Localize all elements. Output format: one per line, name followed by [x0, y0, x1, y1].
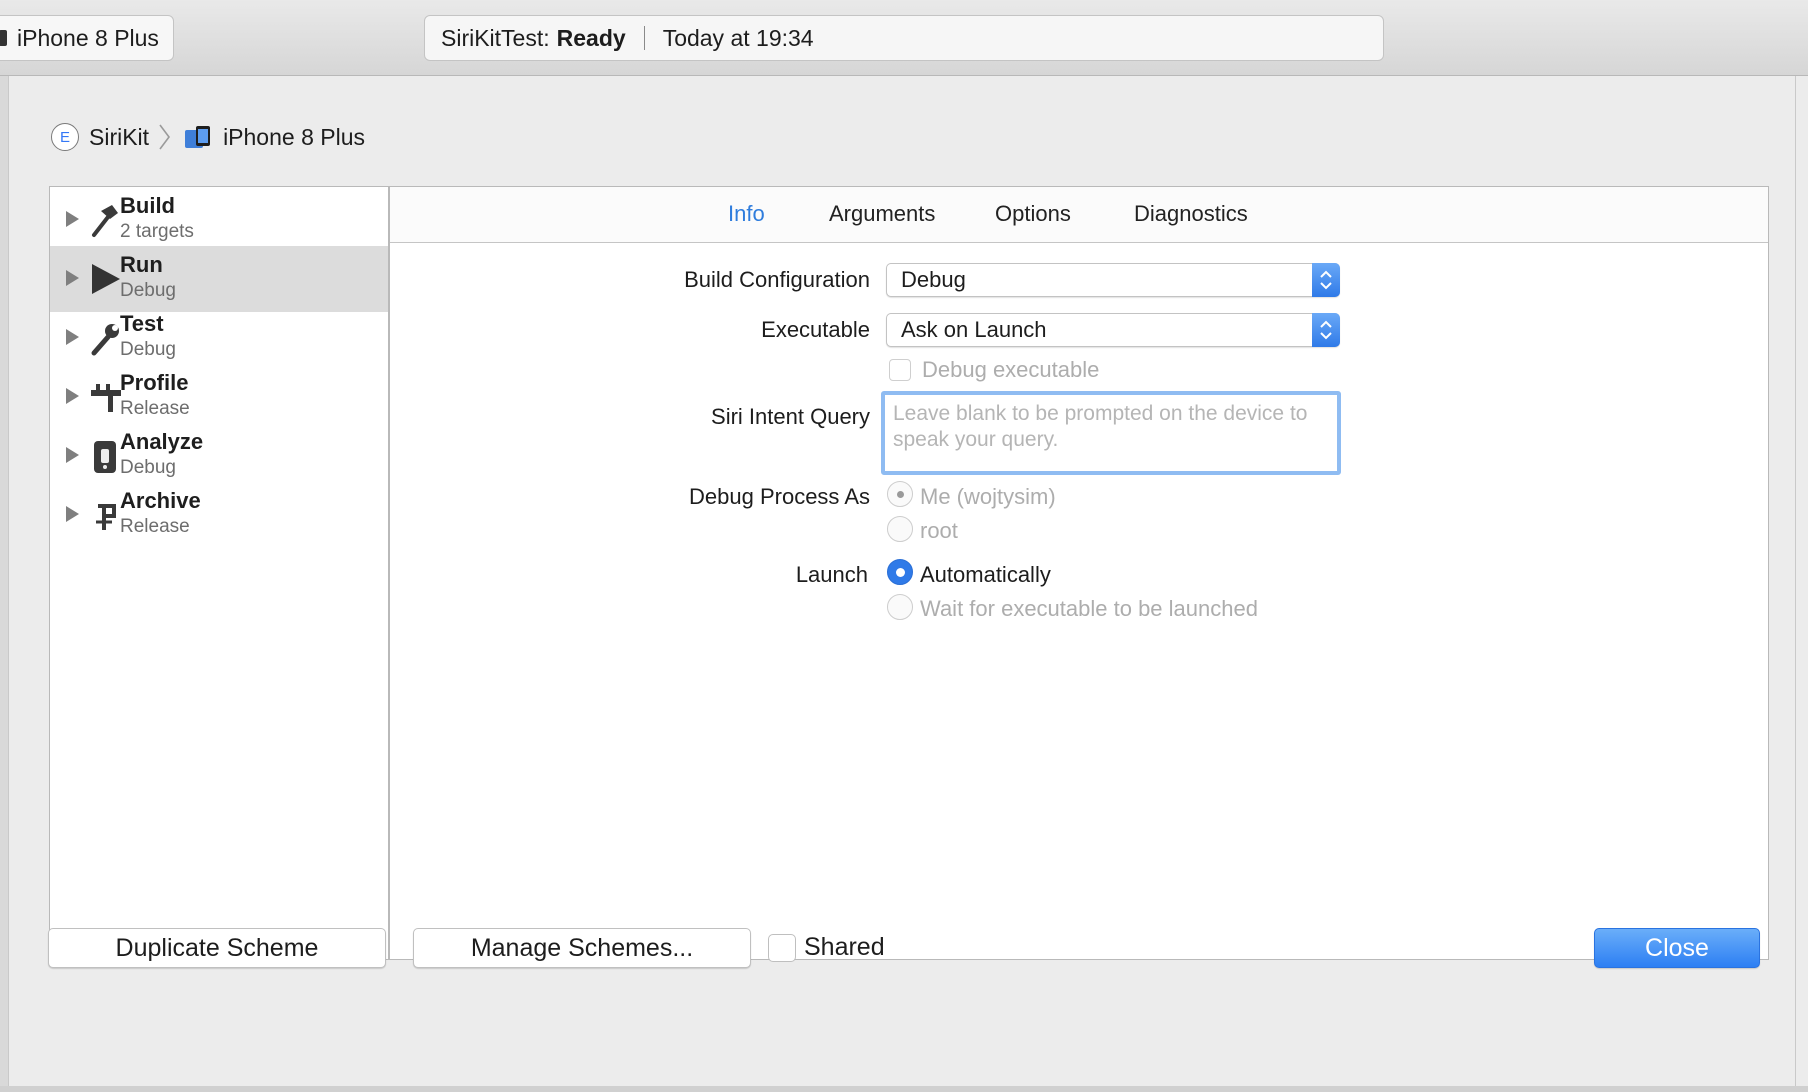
wrench-icon — [91, 324, 119, 356]
settings-tab-bar: Info Arguments Options Diagnostics — [390, 187, 1768, 243]
shared-checkbox[interactable] — [768, 934, 796, 962]
disclosure-triangle-icon — [66, 329, 79, 345]
launch-wait-radio[interactable] — [887, 594, 913, 620]
tab-arguments[interactable]: Arguments — [829, 201, 935, 227]
device-selector-label: iPhone 8 Plus — [17, 24, 159, 51]
siri-intent-query-label: Siri Intent Query — [711, 404, 870, 429]
iphone-icon — [0, 30, 7, 46]
status-time: Today at 19:34 — [662, 24, 814, 51]
run-settings-panel: Info Arguments Options Diagnostics Build… — [389, 186, 1769, 960]
status-state: Ready — [556, 24, 626, 51]
breadcrumb-scheme[interactable]: SiriKit — [89, 124, 149, 151]
device-selector-button[interactable]: iPhone 8 Plus — [0, 15, 174, 61]
debug-executable-label: Debug executable — [922, 357, 1100, 382]
launch-wait-label: Wait for executable to be launched — [920, 596, 1258, 621]
scheme-action-name: Profile — [120, 370, 189, 395]
debug-executable-checkbox[interactable] — [889, 359, 911, 381]
disclosure-triangle-icon — [66, 506, 79, 522]
popup-stepper-icon — [1312, 263, 1340, 297]
window-toolbar: iPhone 8 Plus SiriKitTest: Ready Today a… — [0, 0, 1808, 76]
scheme-action-analyze[interactable]: Analyze Debug — [50, 423, 388, 489]
scheme-action-subtitle: Debug — [120, 457, 176, 478]
hammer-icon — [92, 205, 118, 237]
tab-diagnostics[interactable]: Diagnostics — [1134, 201, 1248, 227]
project-icon — [185, 126, 211, 148]
build-configuration-label: Build Configuration — [684, 267, 870, 292]
background-window-bottom — [0, 1086, 1808, 1092]
launch-label: Launch — [795, 562, 868, 587]
disclosure-triangle-icon — [66, 270, 79, 286]
scheme-action-name: Build — [120, 193, 175, 218]
scheme-action-build[interactable]: Build 2 targets — [50, 187, 388, 253]
duplicate-scheme-button[interactable]: Duplicate Scheme — [48, 928, 386, 968]
scheme-action-name: Run — [120, 252, 163, 277]
executable-popup[interactable]: Ask on Launch — [886, 313, 1340, 347]
scheme-actions-list: Build 2 targets Run Debug Test Debug Pro… — [49, 186, 389, 960]
scheme-action-name: Analyze — [120, 429, 204, 454]
background-window-right — [1796, 76, 1808, 1092]
scheme-action-profile[interactable]: Profile Release — [50, 364, 388, 430]
analyze-icon — [94, 441, 116, 473]
gauge-icon — [91, 384, 121, 412]
build-configuration-value: Debug — [901, 267, 966, 292]
tab-options[interactable]: Options — [995, 201, 1071, 227]
scheme-action-name: Test — [120, 311, 164, 336]
disclosure-triangle-icon — [66, 211, 79, 227]
siri-intent-query-field[interactable]: Leave blank to be prompted on the device… — [881, 391, 1341, 475]
scheme-action-subtitle: Release — [120, 398, 190, 419]
shared-label: Shared — [804, 933, 885, 961]
breadcrumb: E SiriKit iPhone 8 Plus — [51, 122, 365, 152]
debug-process-me-label: Me (wojtysim) — [920, 484, 1056, 509]
debug-process-root-radio[interactable] — [887, 516, 913, 542]
scheme-action-archive[interactable]: Archive Release — [50, 482, 388, 548]
scheme-action-run[interactable]: Run Debug — [50, 246, 388, 312]
status-divider — [643, 26, 645, 50]
activity-status-bar: SiriKitTest: Ready Today at 19:34 — [424, 15, 1384, 61]
background-window-left — [0, 76, 8, 1092]
scheme-action-subtitle: Debug — [120, 280, 176, 301]
debug-process-as-label: Debug Process As — [689, 484, 870, 509]
disclosure-triangle-icon — [66, 447, 79, 463]
status-project: SiriKitTest: — [441, 24, 550, 51]
scheme-action-test[interactable]: Test Debug — [50, 305, 388, 371]
scheme-action-subtitle: 2 targets — [120, 221, 194, 242]
manage-schemes-button[interactable]: Manage Schemes... — [413, 928, 751, 968]
scheme-action-subtitle: Debug — [120, 339, 176, 360]
executable-value: Ask on Launch — [901, 317, 1047, 342]
close-button[interactable]: Close — [1594, 928, 1760, 968]
extension-scheme-icon: E — [51, 123, 79, 151]
debug-process-me-radio[interactable] — [887, 481, 913, 507]
debug-process-root-label: root — [920, 518, 958, 543]
archive-icon — [96, 504, 116, 530]
breadcrumb-destination[interactable]: iPhone 8 Plus — [223, 124, 365, 151]
launch-automatically-label: Automatically — [920, 562, 1051, 587]
disclosure-triangle-icon — [66, 388, 79, 404]
tab-info[interactable]: Info — [728, 201, 765, 227]
build-configuration-popup[interactable]: Debug — [886, 263, 1340, 297]
scheme-action-subtitle: Release — [120, 516, 190, 537]
chevron-right-icon — [159, 124, 171, 150]
launch-automatically-radio[interactable] — [887, 559, 913, 585]
popup-stepper-icon — [1312, 313, 1340, 347]
scheme-action-name: Archive — [120, 488, 201, 513]
siri-intent-query-placeholder: Leave blank to be prompted on the device… — [893, 402, 1308, 451]
play-icon — [92, 264, 120, 294]
executable-label: Executable — [761, 317, 870, 342]
